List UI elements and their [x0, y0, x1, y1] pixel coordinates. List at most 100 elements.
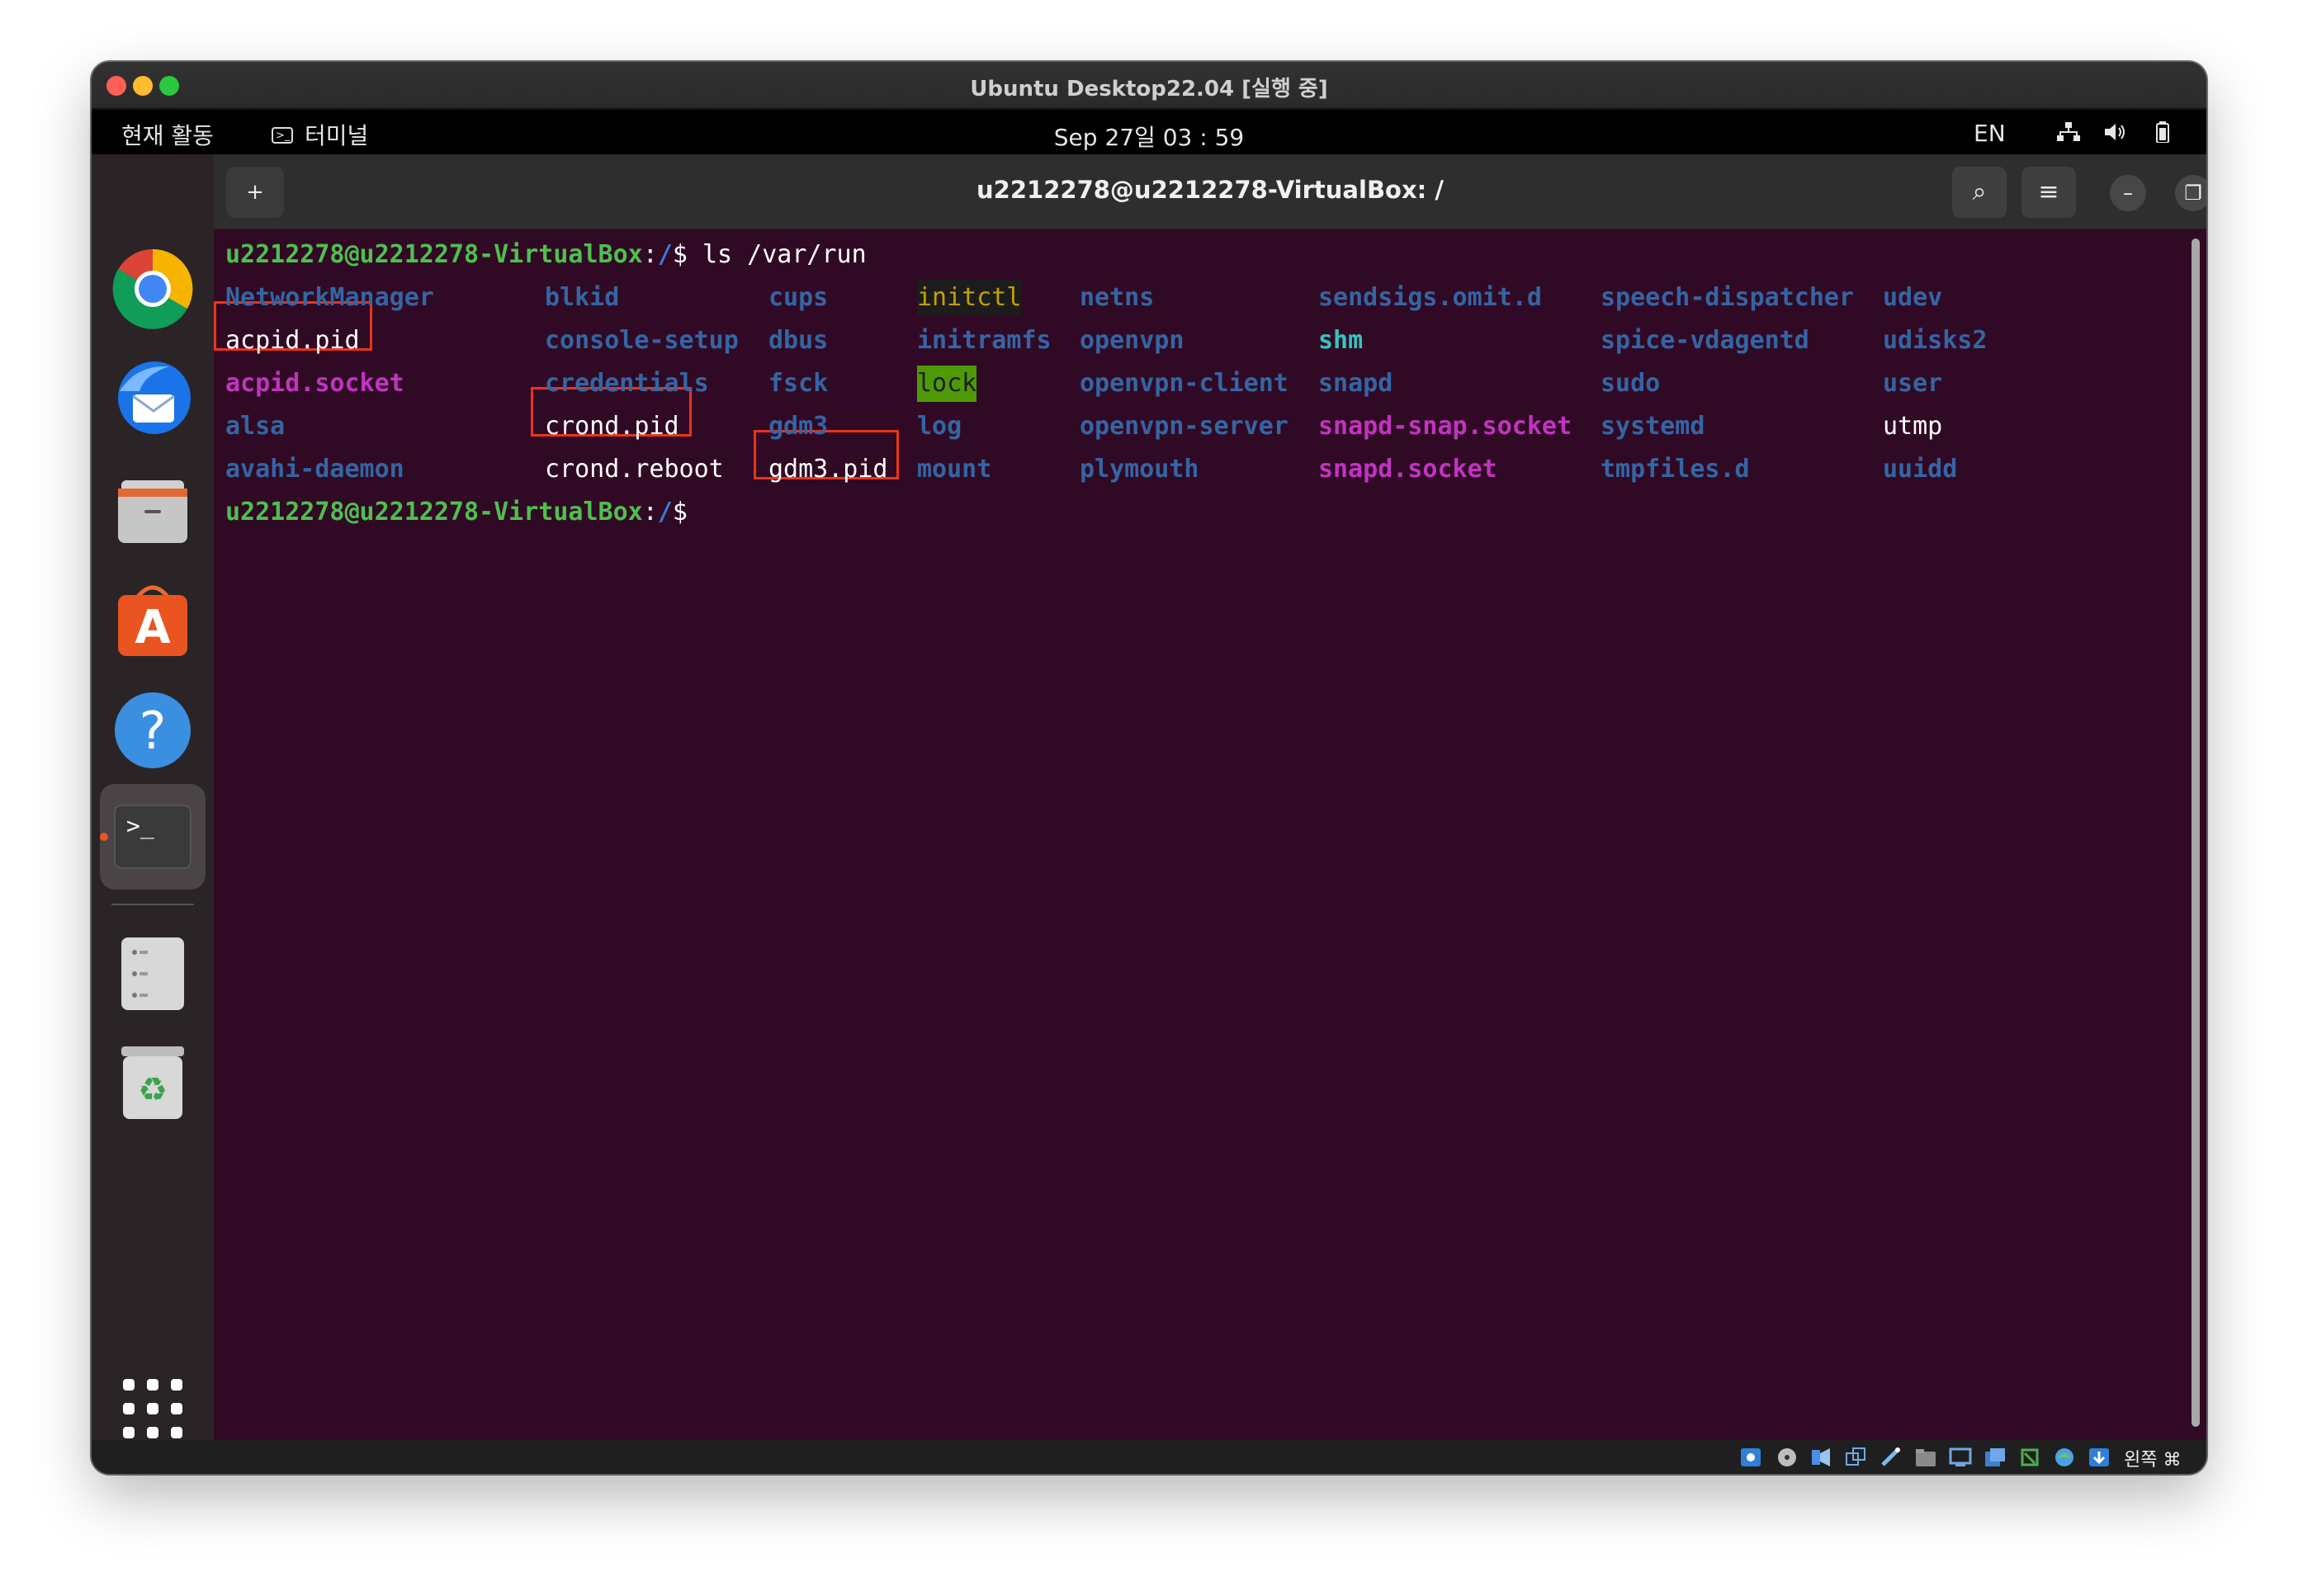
ls-entry: crond.reboot: [545, 455, 724, 484]
input-language-indicator[interactable]: EN: [1974, 120, 2006, 147]
ls-entry: cups: [768, 283, 829, 312]
host-key-indicator: 왼쪽 ⌘: [2124, 1450, 2182, 1471]
files-icon[interactable]: [111, 469, 194, 551]
thunderbird-icon[interactable]: [111, 358, 194, 441]
ls-entry: udisks2: [1883, 326, 1988, 355]
search-icon: ⌕: [1972, 177, 1987, 206]
network-icon[interactable]: [2056, 121, 2081, 143]
terminal-headerbar[interactable]: + u2212278@u2212278-VirtualBox: / ⌕ ≡ – …: [214, 154, 2206, 229]
shared-folder-icon[interactable]: [1914, 1447, 1937, 1468]
recording-icon[interactable]: [1984, 1447, 2007, 1468]
keyboard-capture-icon[interactable]: [2088, 1447, 2111, 1468]
running-indicator: [100, 833, 108, 841]
display-icon[interactable]: [1949, 1447, 1972, 1468]
software-store-glyph: A: [135, 601, 171, 654]
prompt-dollar: $: [672, 240, 702, 269]
ls-entry: sendsigs.omit.d: [1318, 283, 1542, 312]
vm-window-title: Ubuntu Desktop22.04 [실행 중]: [970, 77, 1328, 102]
terminal-scrollbar[interactable]: [2192, 238, 2200, 1427]
ls-entry: plymouth: [1080, 455, 1199, 484]
ls-entry: udev: [1883, 283, 1943, 312]
optical-drive-icon[interactable]: [1776, 1447, 1799, 1468]
ls-entry: initctl: [917, 280, 1022, 316]
ls-entry: alsa: [225, 412, 286, 441]
gnome-top-bar: 현재 활동 >_ 터미널 Sep 27일 03 : 59 EN: [92, 110, 2206, 154]
ls-entry: openvpn-server: [1080, 412, 1288, 441]
chrome-icon[interactable]: [111, 248, 194, 330]
ls-entry: sudo: [1601, 369, 1661, 398]
ls-entry: shm: [1318, 326, 1364, 355]
app-grid-icon[interactable]: [111, 1367, 194, 1450]
ls-entry: openvpn-client: [1080, 369, 1288, 398]
help-glyph: ?: [139, 701, 167, 761]
prompt-colon: :: [642, 498, 658, 526]
prompt-path: /: [657, 240, 673, 269]
ls-entry: acpid.pid: [225, 326, 360, 355]
hamburger-menu-icon: ≡: [2038, 177, 2059, 206]
ls-entry: credentials: [545, 369, 709, 398]
terminal-title: u2212278@u2212278-VirtualBox: /: [976, 176, 1444, 204]
terminal-glyph: >_: [126, 812, 154, 840]
network-adapter-icon[interactable]: [1845, 1447, 1868, 1468]
ls-entry: mount: [917, 455, 992, 484]
prompt-line: u2212278@u2212278-VirtualBox:/$: [225, 494, 702, 531]
mouse-integration-icon[interactable]: [2053, 1447, 2076, 1468]
ls-entry: user: [1883, 369, 1943, 398]
ubuntu-dock: A ? >_ ♻: [92, 154, 214, 1474]
search-button[interactable]: ⌕: [1952, 167, 2007, 218]
usb-icon[interactable]: [1880, 1447, 1903, 1468]
ls-entry: snapd-snap.socket: [1318, 412, 1572, 441]
ls-entry: snapd.socket: [1318, 455, 1497, 484]
ls-entry: log: [917, 412, 962, 441]
terminal-icon[interactable]: >_: [111, 796, 194, 878]
command-line: u2212278@u2212278-VirtualBox:/$ ls /var/…: [225, 237, 867, 273]
ls-entry: uuidd: [1883, 455, 1958, 484]
ls-entry: tmpfiles.d: [1601, 455, 1750, 484]
cpu-icon[interactable]: [2018, 1447, 2041, 1468]
dock-separator: [111, 904, 194, 905]
ls-entry: spice-vdagentd: [1601, 326, 1809, 355]
audio-icon[interactable]: [1810, 1447, 1833, 1468]
software-store-icon[interactable]: A: [111, 578, 194, 661]
ls-entry: systemd: [1601, 412, 1705, 441]
restore-button[interactable]: ❐: [2175, 175, 2206, 211]
storage-icon[interactable]: [111, 933, 194, 1015]
minimize-button[interactable]: –: [2110, 175, 2146, 211]
ls-entry: gdm3.pid: [768, 455, 888, 484]
ls-entry: acpid.socket: [225, 369, 404, 398]
ls-entry: console-setup: [545, 326, 739, 355]
prompt-colon: :: [642, 240, 658, 269]
prompt-user: u2212278@u2212278-VirtualBox: [225, 498, 643, 526]
ls-entry: speech-dispatcher: [1601, 283, 1855, 312]
terminal-output[interactable]: u2212278@u2212278-VirtualBox:/$ ls /var/…: [214, 229, 2178, 1433]
help-icon[interactable]: ?: [111, 689, 194, 772]
trash-icon[interactable]: ♻: [111, 1041, 194, 1124]
volume-icon[interactable]: [2102, 121, 2127, 143]
clock[interactable]: Sep 27일 03 : 59: [92, 120, 2206, 153]
virtualbox-window: Ubuntu Desktop22.04 [실행 중] 현재 활동 >_ 터미널 S…: [92, 62, 2206, 1474]
ls-entry: NetworkManager: [225, 283, 434, 312]
ls-entry: initramfs: [917, 326, 1052, 355]
terminal-window[interactable]: + u2212278@u2212278-VirtualBox: / ⌕ ≡ – …: [214, 154, 2206, 1440]
ls-entry: blkid: [545, 283, 620, 312]
ls-entry: gdm3: [768, 412, 829, 441]
ls-entry: fsck: [768, 369, 829, 398]
command-text: ls /var/run: [702, 240, 867, 269]
prompt-dollar: $: [672, 498, 702, 526]
ls-entry: openvpn: [1080, 326, 1184, 355]
virtualbox-status-bar: 왼쪽 ⌘: [92, 1440, 2206, 1474]
prompt-path: /: [657, 498, 673, 526]
recycle-glyph: ♻: [138, 1071, 168, 1109]
ls-entry: netns: [1080, 283, 1155, 312]
prompt-user: u2212278@u2212278-VirtualBox: [225, 240, 643, 269]
menu-button[interactable]: ≡: [2021, 167, 2076, 218]
battery-icon[interactable]: [2150, 121, 2175, 143]
ls-entry: utmp: [1883, 412, 1943, 441]
ls-entry: crond.pid: [545, 412, 679, 441]
ls-entry: avahi-daemon: [225, 455, 404, 484]
minimize-icon: –: [2123, 182, 2133, 205]
ls-entry: dbus: [768, 326, 829, 355]
restore-icon: ❐: [2184, 182, 2202, 205]
vm-titlebar[interactable]: Ubuntu Desktop22.04 [실행 중]: [92, 62, 2206, 110]
hard-disk-icon[interactable]: [1739, 1447, 1762, 1468]
